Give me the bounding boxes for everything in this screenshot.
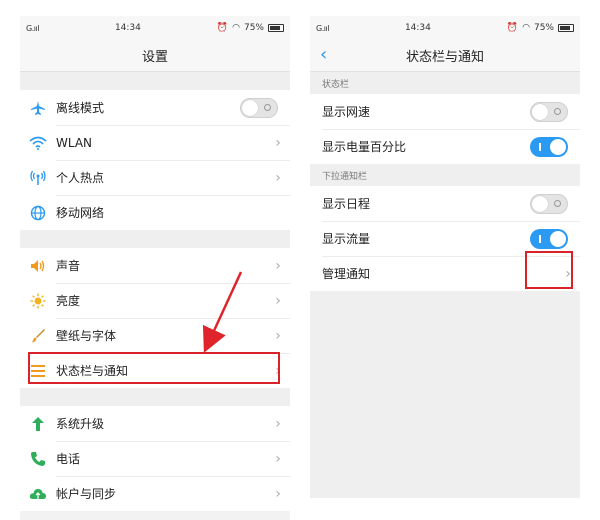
settings-group-system: 系统升级 › 电话 › 帐户与同步 › xyxy=(20,406,290,511)
network-speed-toggle[interactable] xyxy=(530,101,568,122)
airplane-icon xyxy=(20,100,56,116)
settings-item-hotspot[interactable]: 个人热点 › xyxy=(20,160,290,195)
page-title-bar: 设置 xyxy=(20,40,290,72)
setting-label: 显示电量百分比 xyxy=(322,140,407,154)
cloud-icon xyxy=(20,487,56,501)
wifi-icon xyxy=(20,136,56,150)
setting-show-schedule[interactable]: 显示日程 xyxy=(310,186,580,221)
settings-item-phone[interactable]: 电话 › xyxy=(20,441,290,476)
globe-icon xyxy=(20,205,56,221)
setting-label: 管理通知 xyxy=(322,267,371,281)
wifi-status-icon: ◠ xyxy=(522,23,530,33)
battery-percent-toggle[interactable] xyxy=(530,136,568,157)
hotspot-icon xyxy=(20,170,56,186)
section-header: 状态栏 xyxy=(310,72,580,94)
settings-screen: G.ııl 14:34 ⏰ ◠ 75% 设置 离线模式 WLAN › 个人热点 … xyxy=(20,16,290,520)
airplane-mode-toggle[interactable] xyxy=(240,97,278,118)
setting-label: 显示日程 xyxy=(322,197,371,211)
setting-label: 显示流量 xyxy=(322,232,371,246)
battery-percent: 75% xyxy=(533,23,554,33)
settings-item-label: 离线模式 xyxy=(56,101,105,115)
clock: 14:34 xyxy=(114,23,141,33)
data-usage-toggle[interactable] xyxy=(530,228,568,249)
settings-item-airplane-mode[interactable]: 离线模式 xyxy=(20,90,290,125)
status-bar: G.ııl 14:34 ⏰ ◠ 75% xyxy=(310,16,580,40)
alarm-icon: ⏰ xyxy=(506,23,519,33)
settings-item-label: 壁纸与字体 xyxy=(56,329,117,343)
settings-item-label: 电话 xyxy=(56,452,81,466)
chevron-right-icon: › xyxy=(275,485,281,502)
settings-item-brightness[interactable]: 亮度 › xyxy=(20,283,290,318)
signal-indicator: G.ııl xyxy=(316,23,329,33)
setting-label: 显示网速 xyxy=(322,105,371,119)
brush-icon xyxy=(20,328,56,344)
page-title-bar: ‹ 状态栏与通知 xyxy=(310,40,580,72)
highlight-box-data-usage-toggle xyxy=(525,251,573,289)
settings-item-accounts-sync[interactable]: 帐户与同步 › xyxy=(20,476,290,511)
schedule-toggle[interactable] xyxy=(530,193,568,214)
setting-show-battery-percent[interactable]: 显示电量百分比 xyxy=(310,129,580,164)
alarm-icon: ⏰ xyxy=(216,23,229,33)
page-title: 设置 xyxy=(141,50,168,65)
settings-item-label: 系统升级 xyxy=(56,417,105,431)
settings-item-label: 帐户与同步 xyxy=(56,487,117,501)
settings-item-label: 亮度 xyxy=(56,294,81,308)
status-bar: G.ııl 14:34 ⏰ ◠ 75% xyxy=(20,16,290,40)
clock: 14:34 xyxy=(404,23,431,33)
phone-icon xyxy=(20,451,56,467)
chevron-right-icon: › xyxy=(275,327,281,344)
page-title: 状态栏与通知 xyxy=(405,50,484,65)
settings-item-label: WLAN xyxy=(56,135,93,150)
settings-item-mobile-network[interactable]: 移动网络 xyxy=(20,195,290,230)
signal-indicator: G.ııl xyxy=(26,23,39,33)
chevron-right-icon: › xyxy=(275,257,281,274)
battery-icon xyxy=(267,24,284,32)
sun-icon xyxy=(20,293,56,309)
battery-percent: 75% xyxy=(243,23,264,33)
chevron-right-icon: › xyxy=(275,134,281,151)
section-header: 下拉通知栏 xyxy=(310,164,580,186)
settings-item-label: 声音 xyxy=(56,259,81,273)
chevron-right-icon: › xyxy=(275,292,281,309)
settings-item-label: 移动网络 xyxy=(56,206,105,220)
settings-item-system-update[interactable]: 系统升级 › xyxy=(20,406,290,441)
settings-item-wallpaper-font[interactable]: 壁纸与字体 › xyxy=(20,318,290,353)
settings-item-label: 个人热点 xyxy=(56,171,105,185)
settings-item-wlan[interactable]: WLAN › xyxy=(20,125,290,160)
battery-icon xyxy=(557,24,574,32)
chevron-right-icon: › xyxy=(275,415,281,432)
highlight-box-statusbar-item xyxy=(28,352,280,384)
chevron-right-icon: › xyxy=(275,169,281,186)
setting-show-network-speed[interactable]: 显示网速 xyxy=(310,94,580,129)
arrow-up-icon xyxy=(20,416,56,432)
chevron-right-icon: › xyxy=(275,450,281,467)
settings-item-sound[interactable]: 声音 › xyxy=(20,248,290,283)
back-arrow-icon[interactable]: ‹ xyxy=(320,45,327,65)
wifi-status-icon: ◠ xyxy=(232,23,240,33)
settings-group-network: 离线模式 WLAN › 个人热点 › 移动网络 xyxy=(20,90,290,230)
speaker-icon xyxy=(20,259,56,273)
